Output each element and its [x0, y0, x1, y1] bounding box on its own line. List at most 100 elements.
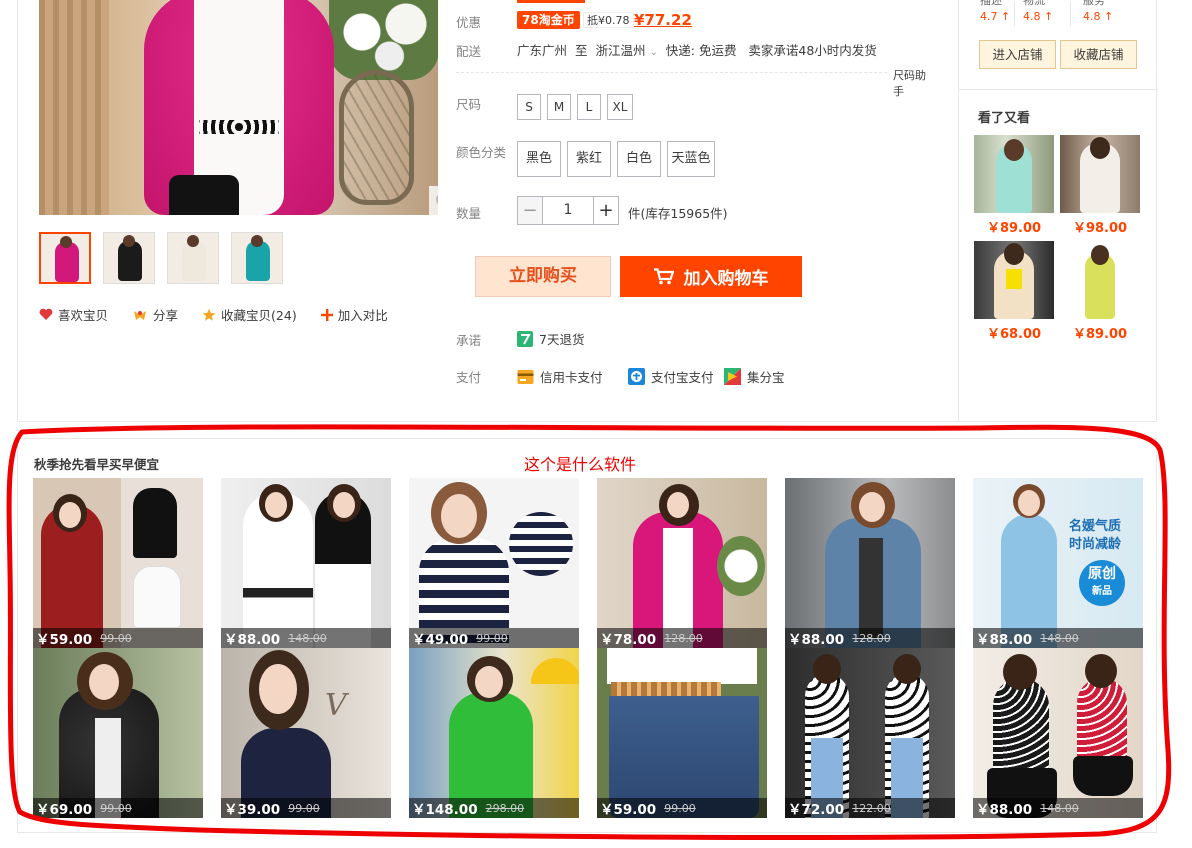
promo-label: 优惠 — [456, 15, 482, 30]
qty-decrease-button[interactable]: − — [517, 196, 543, 225]
share-action[interactable]: 分享 — [132, 305, 178, 324]
thumbnail-2[interactable] — [103, 232, 155, 284]
color-option-skyblue[interactable]: 天蓝色 — [667, 141, 715, 177]
ship-to-word: 至 — [574, 43, 588, 58]
zoom-icon[interactable] — [429, 186, 438, 215]
score-description-value: 4.7 ↑ — [980, 10, 1010, 23]
seven-day-icon — [517, 330, 533, 347]
recommend-item[interactable]: ￥69.00 99.00 — [33, 648, 203, 818]
score-service-value: 4.8 ↑ — [1083, 10, 1113, 23]
shipping-info: 广东广州 至 浙江温州 ⌄ 快递: 免运费 卖家承诺48小时内发货 — [517, 40, 877, 59]
thumbnail-4[interactable] — [231, 232, 283, 284]
recommend-item[interactable]: ￥88.00 148.00 — [973, 648, 1143, 818]
enter-shop-button[interactable]: 进入店铺 — [979, 40, 1056, 69]
recommend-price-bar: ￥69.00 99.00 — [33, 798, 203, 818]
shop-panel: 描述 4.7 ↑ 物流 4.8 ↑ 服务 4.8 ↑ 进入店铺 收藏店铺 看了又… — [958, 0, 1158, 422]
color-option-black[interactable]: 黑色 — [517, 141, 561, 177]
size-option-m[interactable]: M — [547, 94, 571, 120]
recommend-item[interactable]: ￥49.00 99.00 — [409, 478, 579, 648]
recommend-price-bar: ￥88.00 148.00 — [973, 628, 1143, 648]
recommend-price: ￥88.00 — [224, 632, 281, 648]
recommend-item[interactable]: ￥78.00 128.00 — [597, 478, 767, 648]
score-logistics-label: 物流 — [1023, 0, 1045, 7]
seen-item[interactable]: ￥89.00 — [974, 135, 1054, 236]
shop-scores: 描述 4.7 ↑ 物流 4.8 ↑ 服务 4.8 ↑ — [959, 0, 1158, 32]
recommend-item[interactable]: ￥88.00 128.00 — [785, 478, 955, 648]
thumbnail-3[interactable] — [167, 232, 219, 284]
color-label: 颜色分类 — [456, 145, 507, 160]
arrow-up-icon: ↑ — [1001, 10, 1011, 23]
recommend-item[interactable]: ￥59.00 99.00 — [33, 478, 203, 648]
product-actions: 喜欢宝贝 分享 收藏宝贝(24) 加入对比 — [39, 305, 388, 324]
recommend-price-bar: ￥59.00 99.00 — [597, 798, 767, 818]
seen-item-price: ￥98.00 — [1072, 221, 1128, 236]
seen-item-price: ￥89.00 — [1072, 327, 1128, 342]
arrow-up-icon: ↑ — [1044, 10, 1054, 23]
pay-label: 支付 — [456, 370, 482, 385]
score-description-label: 描述 — [980, 0, 1002, 7]
quantity-stepper: − 1 + — [517, 196, 619, 225]
favorite-action[interactable]: 收藏宝贝(24) — [202, 305, 297, 324]
recommend-title: 秋季抢先看早买早便宜 — [34, 457, 160, 472]
score-service: 服务 4.8 ↑ — [1071, 0, 1126, 32]
size-option-l[interactable]: L — [577, 94, 601, 120]
share-label: 分享 — [153, 308, 179, 323]
compare-action[interactable]: 加入对比 — [320, 305, 388, 324]
like-action[interactable]: 喜欢宝贝 — [39, 305, 108, 324]
plus-icon — [320, 308, 333, 321]
jifenbao-icon — [724, 368, 741, 385]
recommend-old-price: 298.00 — [485, 801, 525, 815]
recommend-price-bar: ￥59.00 99.00 — [33, 628, 203, 648]
recommend-item[interactable]: ￥148.00 298.00 — [409, 648, 579, 818]
pay-alipay-label: 支付宝支付 — [651, 370, 714, 385]
seen-item[interactable]: ￥68.00 — [974, 241, 1054, 342]
size-helper-link[interactable]: 尺码助手 — [889, 67, 934, 99]
recommend-item[interactable]: V ￥39.00 99.00 — [221, 648, 391, 818]
qty-increase-button[interactable]: + — [593, 196, 619, 225]
favorite-shop-button[interactable]: 收藏店铺 — [1060, 40, 1137, 69]
pay-credit-card[interactable]: 信用卡支付 — [517, 367, 603, 386]
recommend-item[interactable]: ￥59.00 99.00 — [597, 648, 767, 818]
recommend-item[interactable]: ￥88.00 148.00 — [221, 478, 391, 648]
recommend-price: ￥59.00 — [36, 632, 93, 648]
color-option-magenta[interactable]: 紫红 — [567, 141, 611, 177]
recommend-item[interactable]: ￥72.00 122.00 — [785, 648, 955, 818]
promise-7day-return[interactable]: 7天退货 — [517, 329, 584, 348]
recommend-item[interactable]: 名媛气质 时尚减龄 原创 新品 ￥88.00 148.00 — [973, 478, 1143, 648]
chevron-down-icon: ⌄ — [649, 47, 658, 58]
add-to-cart-button[interactable]: 加入购物车 — [620, 256, 802, 297]
size-option-xl[interactable]: XL — [607, 94, 633, 120]
recommend-old-price: 148.00 — [1040, 801, 1079, 815]
recommend-old-price: 148.00 — [1040, 631, 1079, 645]
recommend-price: ￥148.00 — [412, 802, 478, 818]
seen-item[interactable]: ￥89.00 — [1060, 241, 1140, 342]
coupon-price[interactable]: ¥77.22 — [634, 11, 692, 29]
like-label: 喜欢宝贝 — [58, 308, 109, 323]
seen-item[interactable]: ￥98.00 — [1060, 135, 1140, 236]
color-option-white[interactable]: 白色 — [617, 141, 661, 177]
score-logistics-number: 4.8 — [1023, 10, 1041, 23]
badge-circle-2: 新品 — [1092, 586, 1112, 597]
coupon-badge: 78淘金币 — [517, 11, 580, 29]
qty-input[interactable]: 1 — [543, 196, 593, 225]
pay-jifenbao-label: 集分宝 — [747, 370, 785, 385]
pay-alipay[interactable]: 支付宝支付 — [628, 367, 714, 386]
pay-jifenbao[interactable]: 集分宝 — [724, 367, 785, 386]
score-description-number: 4.7 — [980, 10, 998, 23]
buy-now-button[interactable]: 立即购买 — [475, 256, 611, 297]
size-option-s[interactable]: S — [517, 94, 541, 120]
recommend-price-bar: ￥88.00 148.00 — [221, 628, 391, 648]
recommend-old-price: 128.00 — [664, 631, 703, 645]
coupon-offset: 抵¥0.78 — [583, 12, 634, 28]
recommend-old-price: 99.00 — [288, 801, 320, 815]
ship-to-select[interactable]: 浙江温州 ⌄ — [595, 43, 657, 58]
product-main-panel: 喜欢宝贝 分享 收藏宝贝(24) 加入对比 优惠 78淘金币 抵¥0.78 ¥7… — [17, 0, 1158, 422]
annotation-text: 这个是什么软件 — [524, 455, 637, 474]
product-main-image[interactable] — [39, 0, 438, 215]
qty-stock: 件(库存15965件) — [628, 206, 728, 221]
seen-item-price: ￥89.00 — [986, 221, 1042, 236]
recommend-price-bar: ￥72.00 122.00 — [785, 798, 955, 818]
thumbnail-1[interactable] — [39, 232, 91, 284]
promise-text: 7天退货 — [539, 332, 585, 347]
recommend-price-bar: ￥39.00 99.00 — [221, 798, 391, 818]
